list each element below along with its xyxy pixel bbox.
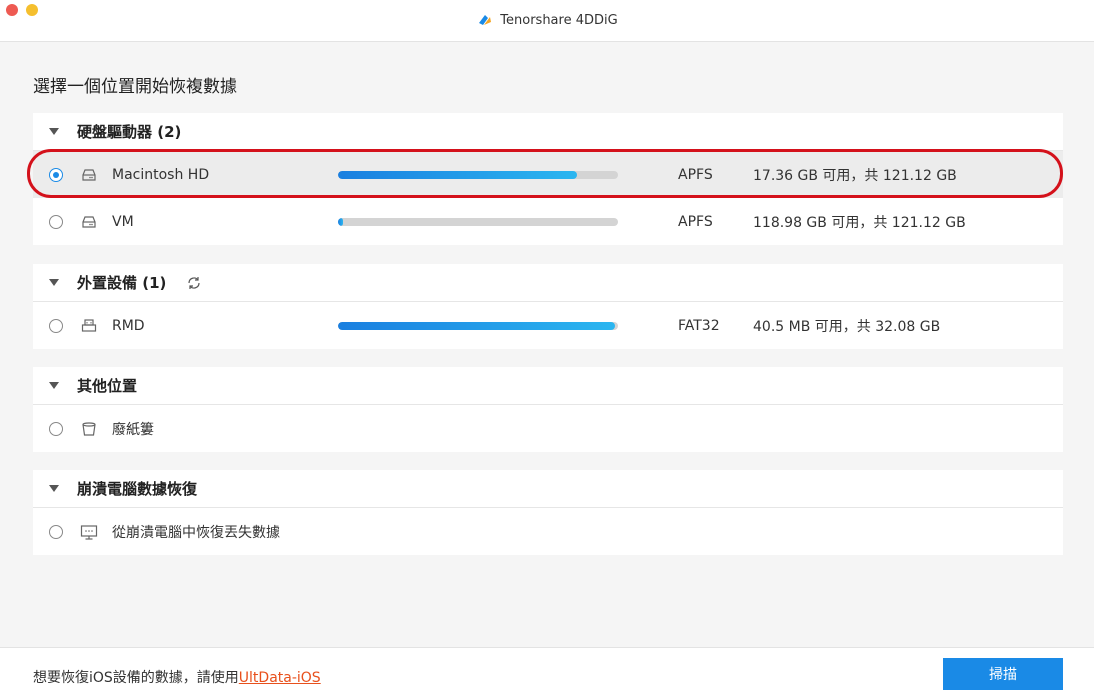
window-title-text: Tenorshare 4DDiG — [500, 12, 618, 28]
usage-bar-fill — [338, 217, 344, 226]
usage-bar — [338, 217, 618, 226]
usage-bar-fill — [338, 170, 577, 179]
footer-bar: 想要恢復iOS設備的數據，請使用UltData-iOS 掃描 — [0, 647, 1094, 695]
radio-macintosh-hd[interactable] — [49, 167, 63, 182]
capacity-label: 40.5 MB 可用，共 32.08 GB — [753, 318, 941, 335]
drive-row-macintosh-hd[interactable]: Macintosh HD APFS 17.36 GB 可用，共 121.12 G… — [33, 151, 1063, 198]
section-header-external-devices[interactable]: 外置設備 (1) — [33, 264, 1063, 302]
section-header-hard-drives[interactable]: 硬盤驅動器 (2) — [33, 113, 1063, 151]
section-title: 硬盤驅動器 (2) — [77, 123, 182, 141]
collapse-caret-icon[interactable] — [49, 279, 59, 286]
filesystem-label: APFS — [678, 166, 713, 183]
collapse-caret-icon[interactable] — [49, 128, 59, 135]
monitor-icon — [80, 524, 98, 540]
radio-vm[interactable] — [49, 214, 63, 229]
refresh-icon[interactable] — [186, 275, 202, 291]
location-name: 從崩潰電腦中恢復丟失數據 — [112, 524, 280, 541]
location-row-trash[interactable]: 廢紙簍 — [33, 405, 1063, 452]
app-logo-icon — [479, 15, 492, 25]
location-row-crashed-computer[interactable]: 從崩潰電腦中恢復丟失數據 — [33, 508, 1063, 555]
section-title: 崩潰電腦數據恢復 — [77, 480, 198, 498]
drive-row-vm[interactable]: VM APFS 118.98 GB 可用，共 121.12 GB — [33, 198, 1063, 245]
filesystem-label: APFS — [678, 213, 713, 230]
section-header-other-locations[interactable]: 其他位置 — [33, 367, 1063, 405]
section-title: 其他位置 — [77, 377, 138, 395]
collapse-caret-icon[interactable] — [49, 382, 59, 389]
section-header-crashed-computer[interactable]: 崩潰電腦數據恢復 — [33, 470, 1063, 508]
location-name: 廢紙簍 — [112, 421, 154, 438]
footer-hint-text: 想要恢復iOS設備的數據，請使用 — [33, 670, 239, 686]
drive-name: Macintosh HD — [112, 166, 210, 183]
section-hard-drives: 硬盤驅動器 (2) Macintosh HD APFS 17.36 GB 可用，… — [33, 113, 1063, 245]
usage-bar-fill — [338, 321, 616, 330]
radio-rmd[interactable] — [49, 318, 63, 333]
trash-icon — [82, 421, 96, 436]
collapse-caret-icon[interactable] — [49, 485, 59, 492]
filesystem-label: FAT32 — [678, 317, 720, 334]
radio-crashed-computer[interactable] — [49, 524, 63, 539]
drive-name: RMD — [112, 317, 145, 334]
usage-bar — [338, 170, 618, 179]
external-drive-icon — [81, 318, 97, 332]
capacity-label: 118.98 GB 可用，共 121.12 GB — [753, 214, 966, 231]
drive-row-rmd[interactable]: RMD FAT32 40.5 MB 可用，共 32.08 GB — [33, 302, 1063, 349]
drive-name: VM — [112, 213, 134, 230]
hard-drive-icon — [82, 168, 96, 181]
footer-hint: 想要恢復iOS設備的數據，請使用UltData-iOS — [33, 667, 321, 687]
radio-trash[interactable] — [49, 421, 63, 436]
page-title: 選擇一個位置開始恢複數據 — [33, 77, 237, 97]
section-external-devices: 外置設備 (1) RMD FAT32 40.5 MB 可用，共 32.08 GB — [33, 264, 1063, 349]
section-other-locations: 其他位置 廢紙簍 — [33, 367, 1063, 452]
section-crashed-computer: 崩潰電腦數據恢復 從崩潰電腦中恢復丟失數據 — [33, 470, 1063, 555]
hard-drive-icon — [82, 215, 96, 228]
ultdata-ios-link[interactable]: UltData-iOS — [239, 670, 321, 686]
window-title: Tenorshare 4DDiG — [0, 11, 1094, 29]
title-bar: Tenorshare 4DDiG — [0, 0, 1094, 42]
capacity-label: 17.36 GB 可用，共 121.12 GB — [753, 167, 957, 184]
section-title: 外置設備 (1) — [77, 274, 167, 292]
usage-bar — [338, 321, 618, 330]
scan-button[interactable]: 掃描 — [943, 658, 1063, 690]
